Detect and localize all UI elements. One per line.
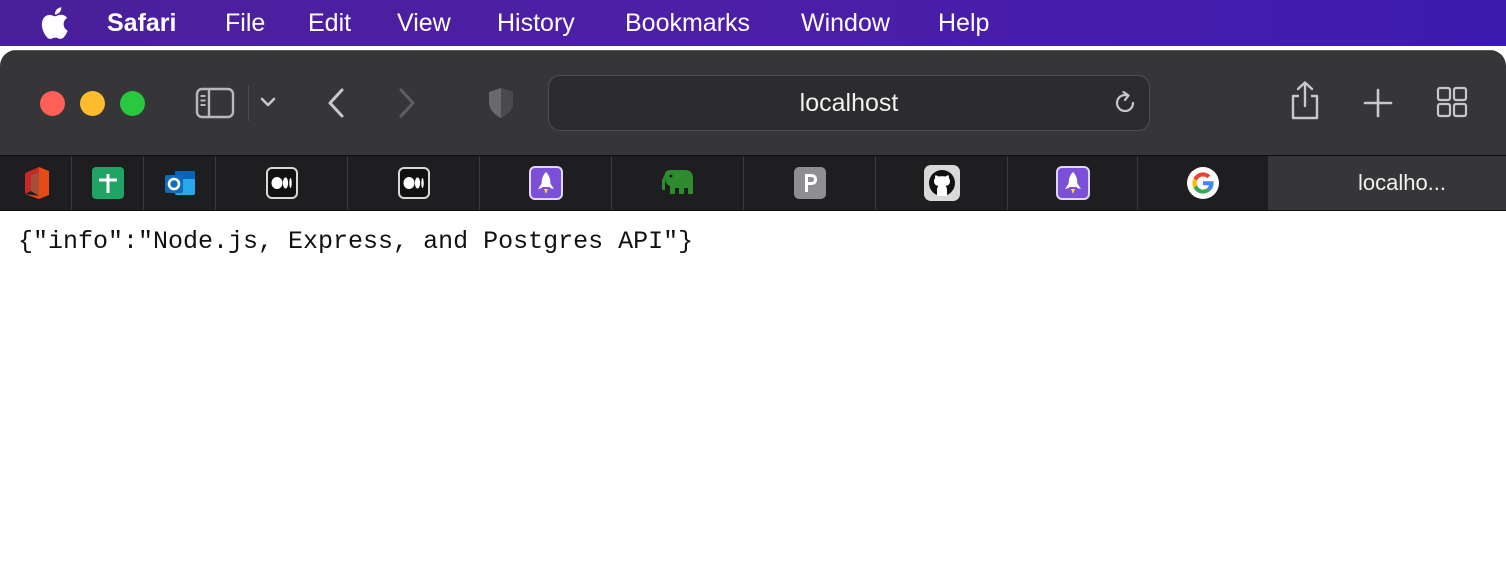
- p-letter-icon: [793, 167, 826, 199]
- tab-bar: localho...: [0, 155, 1506, 211]
- menu-bar: Safari File Edit View History Bookmarks …: [0, 0, 1506, 46]
- page-content: {"info":"Node.js, Express, and Postgres …: [0, 211, 1506, 570]
- tab-label: localho...: [1357, 170, 1447, 195]
- share-icon[interactable]: [1288, 79, 1322, 123]
- pinned-tab-github[interactable]: [876, 156, 1008, 210]
- new-tab-icon[interactable]: [1362, 87, 1394, 119]
- json-response-text: {"info":"Node.js, Express, and Postgres …: [18, 227, 694, 256]
- menu-file[interactable]: File: [225, 0, 265, 46]
- tab-localhost[interactable]: localho...: [1268, 156, 1506, 210]
- url-text[interactable]: localhost: [549, 76, 1149, 130]
- pinned-tab-medium[interactable]: [216, 156, 348, 210]
- office-icon: [19, 166, 53, 200]
- medium-icon: [265, 167, 298, 199]
- menu-view[interactable]: View: [397, 0, 451, 46]
- minimize-window-button[interactable]: [80, 91, 105, 116]
- google-icon: [1186, 166, 1220, 200]
- elephant-icon: [661, 166, 695, 200]
- pinned-tab-sheets[interactable]: [72, 156, 144, 210]
- address-bar[interactable]: localhost: [548, 75, 1150, 131]
- github-icon: [923, 165, 960, 201]
- pinned-tab-google[interactable]: [1138, 156, 1268, 210]
- forward-icon[interactable]: [393, 85, 421, 121]
- reload-icon[interactable]: [1111, 89, 1139, 117]
- menu-safari[interactable]: Safari: [107, 0, 176, 46]
- chevron-down-icon[interactable]: [258, 91, 278, 113]
- pinned-tab-outlook[interactable]: [144, 156, 216, 210]
- outlook-icon: [163, 166, 197, 200]
- privacy-shield-icon[interactable]: [484, 85, 518, 121]
- back-icon[interactable]: [322, 85, 350, 121]
- apple-menu-icon[interactable]: [38, 6, 70, 40]
- menu-edit[interactable]: Edit: [308, 0, 351, 46]
- menu-window[interactable]: Window: [801, 0, 890, 46]
- pinned-tab-elephant[interactable]: [612, 156, 744, 210]
- pinned-tab-p[interactable]: [744, 156, 876, 210]
- google-sheets-icon: [91, 167, 124, 199]
- pinned-tab-rocket[interactable]: [1008, 156, 1138, 210]
- zoom-window-button[interactable]: [120, 91, 145, 116]
- rocket-icon: [528, 166, 563, 200]
- menu-help[interactable]: Help: [938, 0, 989, 46]
- browser-window: localhost localho... {"info":"Node.js, E…: [0, 50, 1506, 570]
- pinned-tab-rocket[interactable]: [480, 156, 612, 210]
- toolbar: localhost: [0, 50, 1506, 155]
- pinned-tab-medium[interactable]: [348, 156, 480, 210]
- medium-icon: [397, 167, 430, 199]
- toolbar-divider: [248, 85, 249, 121]
- sidebar-icon[interactable]: [194, 85, 236, 121]
- menu-bookmarks[interactable]: Bookmarks: [625, 0, 750, 46]
- close-window-button[interactable]: [40, 91, 65, 116]
- pinned-tab-office[interactable]: [0, 156, 72, 210]
- rocket-icon: [1055, 166, 1090, 200]
- tab-overview-icon[interactable]: [1435, 85, 1469, 119]
- menu-history[interactable]: History: [497, 0, 575, 46]
